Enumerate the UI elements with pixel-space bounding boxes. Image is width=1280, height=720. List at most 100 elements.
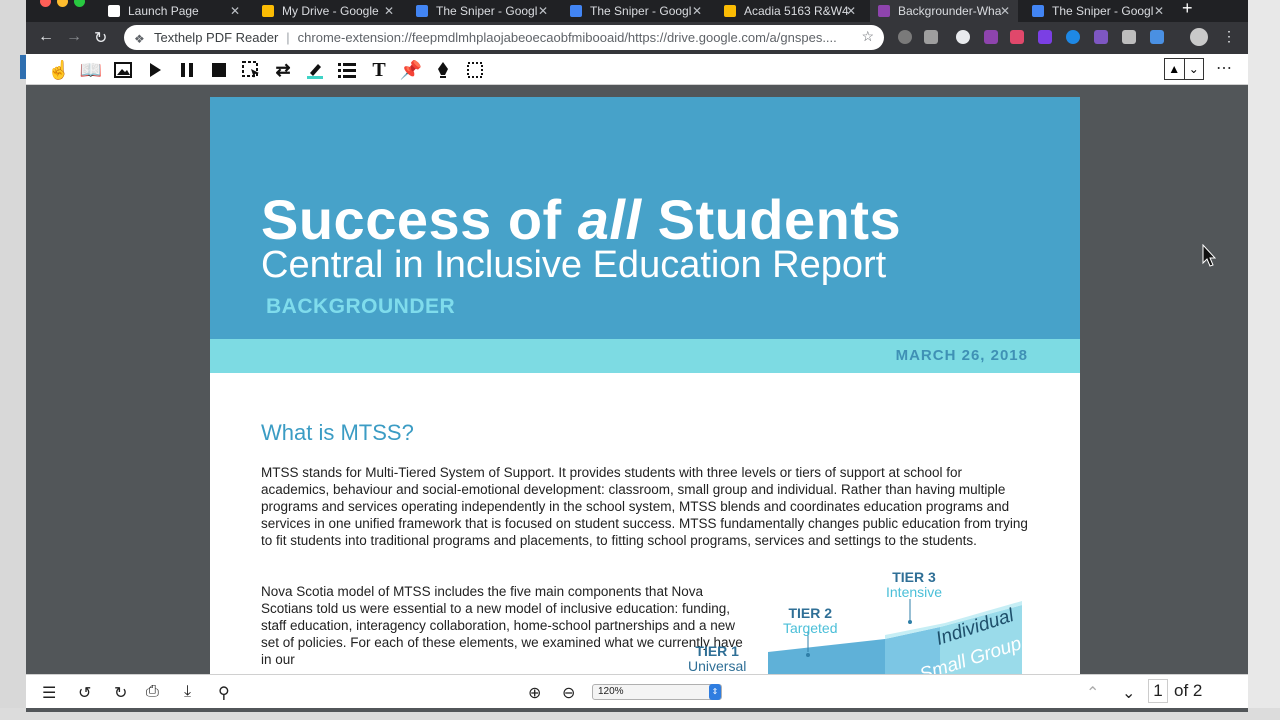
address-bar[interactable]: ❖ Texthelp PDF Reader | chrome-extension…: [124, 25, 884, 50]
tab-close-icon[interactable]: ✕: [1000, 4, 1010, 18]
highlighter-icon[interactable]: [304, 59, 326, 81]
tier-3-label: TIER 3 Intensive: [886, 570, 942, 600]
reload-icon[interactable]: ↻: [94, 28, 107, 48]
extension-name: Texthelp PDF Reader: [154, 30, 279, 45]
title-part-1: Success of: [261, 188, 578, 251]
close-window-button[interactable]: [40, 0, 51, 7]
tab-title: My Drive - Google: [282, 4, 379, 18]
tab[interactable]: Acadia 5163 R&W4 ✕: [716, 0, 864, 22]
title-emphasis: all: [577, 188, 642, 251]
profile-avatar[interactable]: [1190, 28, 1208, 46]
pdf-page: Success of all Students Central in Inclu…: [210, 97, 1080, 677]
tab-close-icon[interactable]: ✕: [846, 4, 856, 18]
tab-title: The Sniper - Googl: [1052, 4, 1154, 18]
pin-icon[interactable]: 📌: [400, 59, 422, 81]
tab-title: The Sniper - Googl: [590, 4, 692, 18]
forward-icon[interactable]: →: [66, 28, 82, 46]
google-drive-icon: [724, 5, 736, 17]
zoom-in-icon[interactable]: ⊕: [528, 683, 541, 703]
hand-icon[interactable]: ☝: [48, 59, 70, 81]
tier-3-title: TIER 3: [892, 569, 936, 585]
outline-list-icon[interactable]: ☰: [42, 683, 56, 703]
zoom-select[interactable]: 120% ⇕: [592, 684, 722, 700]
extension-icon-5[interactable]: [1010, 30, 1024, 44]
pause-icon[interactable]: [176, 59, 198, 81]
new-tab-button[interactable]: +: [1182, 0, 1193, 17]
bookmark-star-icon[interactable]: ☆: [861, 28, 874, 45]
user-menu[interactable]: ▲ ⌄: [1164, 58, 1204, 80]
document-kicker: BACKGROUNDER: [266, 295, 456, 318]
chevron-down-icon[interactable]: ⌄: [1183, 59, 1204, 79]
crop-icon[interactable]: [464, 59, 486, 81]
extension-icon-2[interactable]: [924, 30, 938, 44]
background-window-strip-right: [1248, 0, 1280, 720]
stop-icon[interactable]: [208, 59, 230, 81]
zoom-value: 120%: [598, 686, 624, 697]
address-separator: |: [286, 30, 290, 45]
next-page-icon[interactable]: ⌄: [1122, 683, 1135, 703]
tab-bar: Launch Page ✕ My Drive - Google ✕ The Sniper…: [26, 0, 1248, 22]
tier-1-subtitle: Universal: [688, 658, 747, 674]
tab-close-icon[interactable]: ✕: [692, 4, 702, 18]
selection-icon[interactable]: [240, 59, 262, 81]
extension-puzzle-icon: ❖: [134, 31, 145, 46]
print-icon[interactable]: ⎙: [146, 683, 159, 701]
more-icon[interactable]: ⋯: [1216, 58, 1232, 78]
image-icon[interactable]: [112, 59, 134, 81]
reader-bottom-bar: ☰ ↺ ↻ ⎙ ⤓ ⚲ ⊕ ⊖ 120% ⇕ ⌃ ⌄ 1 of 2: [26, 674, 1248, 708]
title-banner: Success of all Students Central in Inclu…: [210, 97, 1080, 339]
tab[interactable]: Launch Page ✕: [100, 0, 248, 22]
book-icon[interactable]: 📖: [80, 59, 102, 81]
search-icon[interactable]: ⚲: [218, 683, 230, 703]
zoom-out-icon[interactable]: ⊖: [562, 683, 575, 703]
extension-icon-1[interactable]: [898, 30, 912, 44]
tab[interactable]: Backgrounder-Wha ✕: [870, 0, 1018, 22]
shuffle-icon[interactable]: ⇄: [272, 59, 294, 81]
list-icon[interactable]: [336, 59, 358, 81]
extension-icon-6[interactable]: [1038, 30, 1052, 44]
back-icon[interactable]: ←: [38, 28, 54, 46]
pdf-icon: [878, 5, 890, 17]
extension-icon-10[interactable]: [1150, 30, 1164, 44]
tab[interactable]: The Sniper - Googl ✕: [1024, 0, 1172, 22]
browser-window: Launch Page ✕ My Drive - Google ✕ The Sniper…: [26, 0, 1248, 712]
extension-icon-8[interactable]: [1094, 30, 1108, 44]
tab-close-icon[interactable]: ✕: [384, 4, 394, 18]
chrome-menu-icon[interactable]: ⋮: [1222, 28, 1236, 45]
rotate-right-icon[interactable]: ↻: [114, 683, 127, 703]
tab[interactable]: The Sniper - Googl ✕: [562, 0, 710, 22]
tab[interactable]: My Drive - Google ✕: [254, 0, 402, 22]
page-number-input[interactable]: 1: [1148, 679, 1168, 703]
rotate-left-icon[interactable]: ↺: [78, 683, 91, 703]
previous-page-icon[interactable]: ⌃: [1086, 683, 1099, 703]
text-icon[interactable]: T: [368, 59, 390, 81]
google-docs-icon: [1032, 5, 1044, 17]
tab-title: Acadia 5163 R&W4: [744, 4, 848, 18]
section-heading: What is MTSS?: [261, 420, 414, 445]
tab-close-icon[interactable]: ✕: [538, 4, 548, 18]
tier-2-subtitle: Targeted: [783, 620, 838, 636]
navigation-bar: ← → ↻ ❖ Texthelp PDF Reader | chrome-ext…: [26, 22, 1248, 54]
user-icon[interactable]: ▲: [1165, 59, 1184, 79]
tier-3-subtitle: Intensive: [886, 584, 943, 600]
download-icon[interactable]: ⤓: [184, 683, 191, 701]
google-drive-icon: [262, 5, 274, 17]
extension-icon-4[interactable]: [984, 30, 998, 44]
tab-title: Launch Page: [128, 4, 199, 18]
tab-title: The Sniper - Googl: [436, 4, 538, 18]
google-docs-icon: [416, 5, 428, 17]
play-icon[interactable]: [144, 59, 166, 81]
tab-close-icon[interactable]: ✕: [1154, 4, 1164, 18]
extension-icon-9[interactable]: [1122, 30, 1136, 44]
minimize-window-button[interactable]: [57, 0, 68, 7]
pen-icon[interactable]: [432, 59, 454, 81]
reader-toolbar: ☝ 📖 ⇄ T 📌 ▲ ⌄ ⋯: [26, 54, 1248, 85]
tier-1-title: TIER 1: [695, 643, 739, 659]
tab-close-icon[interactable]: ✕: [230, 4, 240, 18]
maximize-window-button[interactable]: [74, 0, 85, 7]
tier-1-label: TIER 1 Universal: [688, 644, 746, 674]
extension-icon-3[interactable]: [956, 30, 970, 44]
tab[interactable]: The Sniper - Googl ✕: [408, 0, 556, 22]
url-text: chrome-extension://feepmdlmhplaojabeoeca…: [297, 30, 837, 45]
extension-icon-7[interactable]: [1066, 30, 1080, 44]
